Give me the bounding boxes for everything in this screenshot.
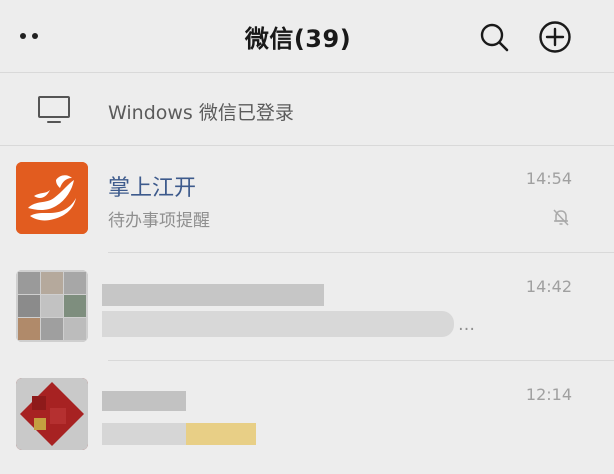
mute-bell-icon <box>553 209 569 226</box>
search-icon[interactable] <box>479 22 509 52</box>
device-login-banner[interactable]: Windows 微信已登录 <box>0 73 614 145</box>
blurred-preview <box>102 423 186 445</box>
chat-item[interactable]: … 14:42 <box>0 253 614 360</box>
chat-time: 14:54 <box>525 169 572 188</box>
chat-time: 12:14 <box>525 385 572 404</box>
chat-preview: … <box>458 315 475 335</box>
avatar <box>16 270 88 342</box>
blurred-name <box>102 284 324 306</box>
wave-logo-icon <box>16 162 88 234</box>
chat-item[interactable]: 掌上江开 待办事项提醒 14:54 <box>0 146 614 252</box>
group-avatar-icon <box>16 270 88 342</box>
blurred-emoji <box>186 423 256 445</box>
chat-preview: 待办事项提醒 <box>108 211 210 231</box>
blurred-preview <box>102 311 454 337</box>
plus-circle-icon[interactable] <box>538 20 572 54</box>
avatar <box>16 162 88 234</box>
blurred-name <box>102 391 186 411</box>
monitor-icon <box>38 96 70 123</box>
chat-name: 掌上江开 <box>108 176 197 201</box>
chat-item[interactable]: 12:14 <box>0 361 614 474</box>
red-avatar-icon <box>16 378 88 450</box>
chat-time: 14:42 <box>525 277 572 296</box>
avatar <box>16 378 88 450</box>
device-login-text: Windows 微信已登录 <box>108 102 294 124</box>
top-bar: 微信(39) <box>0 0 614 72</box>
